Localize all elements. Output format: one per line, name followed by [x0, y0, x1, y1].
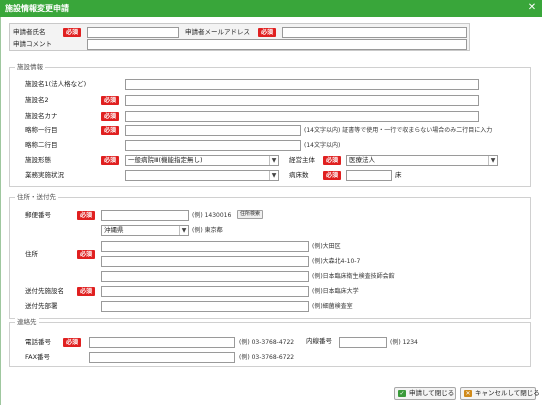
abbr2-hint: (14文字以内)	[304, 142, 341, 149]
ext-hint: (例) 1234	[390, 339, 418, 346]
fax-input[interactable]	[89, 352, 235, 363]
postal-input[interactable]	[101, 210, 189, 221]
applicant-email-required-badge: 必須	[258, 28, 277, 37]
abbr1-input[interactable]	[125, 125, 301, 136]
address-line1-input[interactable]	[101, 241, 309, 252]
status-label: 業務実施状況	[25, 171, 64, 179]
dest-name-label: 送付先施設名	[25, 287, 64, 295]
dest-name-hint: (例)日本臨床大学	[312, 288, 359, 295]
facility-type-select[interactable]: 一般病院Ⅲ(機能指定無し) ▼	[125, 155, 279, 166]
phone-input[interactable]	[89, 337, 235, 348]
owner-required-badge: 必須	[323, 156, 342, 165]
applicant-comment-label: 申請コメント	[13, 40, 52, 48]
postal-required-badge: 必須	[77, 211, 96, 220]
applicant-name-required-badge: 必須	[63, 28, 82, 37]
chevron-down-icon: ▼	[269, 156, 278, 165]
owner-value: 医療法人	[349, 156, 375, 164]
phone-hint: (例) 03-3768-4722	[239, 339, 295, 346]
postal-label: 郵便番号	[25, 211, 51, 219]
apply-close-button[interactable]: ✓ 申請して閉じる	[394, 387, 456, 400]
beds-label: 病床数	[289, 171, 309, 179]
cancel-close-button[interactable]: ✕ キャンセルして閉じる	[460, 387, 540, 400]
facility-legend: 施設情報	[15, 63, 45, 72]
owner-label: 経営主体	[289, 156, 315, 164]
abbr2-input[interactable]	[125, 140, 301, 151]
contact-legend: 連絡先	[15, 318, 39, 327]
facility-kana-required-badge: 必須	[101, 112, 120, 121]
checkmark-icon: ✓	[398, 390, 406, 397]
facility-kana-input[interactable]	[125, 111, 479, 122]
beds-input[interactable]	[346, 170, 392, 181]
abbr1-required-badge: 必須	[101, 126, 120, 135]
applicant-name-input[interactable]	[87, 27, 179, 38]
address-line1-hint: (例)大田区	[312, 243, 341, 250]
cancel-icon: ✕	[464, 390, 472, 397]
address-line2-input[interactable]	[101, 256, 309, 267]
address-line3-hint: (例)日本臨床衛生検査技師会館	[312, 273, 395, 280]
ext-label: 内線番号	[306, 337, 332, 345]
applicant-email-input[interactable]	[282, 27, 467, 38]
dest-dept-label: 送付先部署	[25, 302, 58, 310]
chevron-down-icon: ▼	[488, 156, 497, 165]
chevron-down-icon: ▼	[269, 171, 278, 180]
abbr2-label: 略称二行目	[25, 141, 58, 149]
beds-required-badge: 必須	[323, 171, 342, 180]
beds-unit: 床	[395, 171, 402, 179]
facility-name2-input[interactable]	[125, 95, 479, 106]
status-select[interactable]: ▼	[125, 170, 279, 181]
prefecture-select[interactable]: 沖縄県 ▼	[101, 225, 189, 236]
phone-label: 電話番号	[25, 338, 51, 346]
address-line2-hint: (例)大森北4-10-7	[312, 258, 361, 265]
facility-name2-required-badge: 必須	[101, 96, 120, 105]
owner-select[interactable]: 医療法人 ▼	[346, 155, 498, 166]
chevron-down-icon: ▼	[179, 226, 188, 235]
facility-type-value: 一般病院Ⅲ(機能指定無し)	[128, 156, 203, 164]
dest-name-required-badge: 必須	[77, 287, 96, 296]
window-title: 施設情報変更申請	[5, 4, 69, 13]
facility-type-required-badge: 必須	[101, 156, 120, 165]
prefecture-value: 沖縄県	[104, 226, 124, 234]
address-line3-input[interactable]	[101, 271, 309, 282]
facility-name2-label: 施設名2	[25, 96, 49, 104]
facility-name-corp-label: 施設名1(法人格など)	[25, 80, 87, 88]
applicant-name-label: 申請者氏名	[13, 28, 46, 36]
dest-dept-input[interactable]	[101, 301, 309, 312]
abbr1-hint: (14文字以内) 証書等で使用・一行で収まらない場合のみ二行目に入力	[304, 127, 493, 134]
close-icon[interactable]: ✕	[526, 2, 538, 14]
ext-input[interactable]	[339, 337, 387, 348]
postal-search-button[interactable]: 住所検索	[237, 210, 264, 219]
dest-dept-hint: (例)細菌検査室	[312, 303, 353, 310]
fax-hint: (例) 03-3768-6722	[239, 354, 295, 361]
applicant-email-label: 申請者メールアドレス	[185, 28, 250, 36]
facility-type-label: 施設形態	[25, 156, 51, 164]
address-required-badge: 必須	[77, 250, 96, 259]
address-label: 住所	[25, 250, 38, 258]
apply-close-label: 申請して閉じる	[409, 389, 455, 397]
window-titlebar: 施設情報変更申請 ✕	[0, 0, 542, 17]
facility-kana-label: 施設名カナ	[25, 112, 58, 120]
fax-label: FAX番号	[25, 353, 51, 361]
dialog-body: 申請者氏名 必須 申請者メールアドレス 必須 申請コメント 施設情報 施設名1(…	[0, 17, 542, 405]
phone-required-badge: 必須	[63, 338, 82, 347]
postal-hint: (例) 1430016	[192, 212, 232, 219]
address-legend: 住所・送付先	[15, 193, 58, 202]
cancel-close-label: キャンセルして閉じる	[475, 389, 540, 397]
applicant-comment-input[interactable]	[87, 39, 467, 50]
prefecture-hint: (例) 東京都	[192, 227, 223, 234]
facility-name-corp-input[interactable]	[125, 79, 479, 90]
abbr1-label: 略称一行目	[25, 126, 58, 134]
dest-name-input[interactable]	[101, 286, 309, 297]
